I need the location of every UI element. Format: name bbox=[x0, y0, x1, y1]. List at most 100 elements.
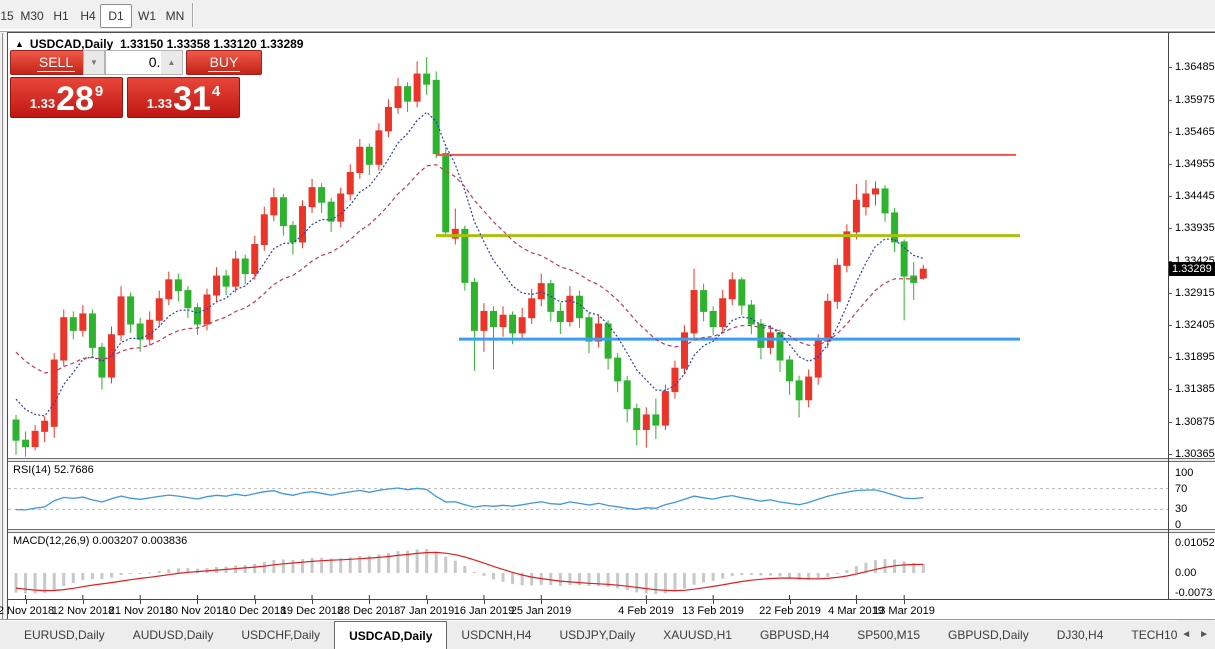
buy-button[interactable]: BUY bbox=[186, 50, 262, 75]
timeframe-button-h1[interactable]: H1 bbox=[46, 4, 76, 28]
price-axis-tick bbox=[1168, 325, 1172, 326]
price-axis-label: 1.30365 bbox=[1175, 448, 1215, 460]
timeframe-button-w1[interactable]: W1 bbox=[132, 4, 162, 28]
price-axis-label: 1.34955 bbox=[1175, 158, 1215, 170]
timeframe-button-h4[interactable]: H4 bbox=[74, 4, 102, 28]
price-axis-tick bbox=[1168, 228, 1172, 229]
date-label: 19 Dec 2018 bbox=[281, 605, 343, 617]
mdi-frame-highlight bbox=[5, 33, 6, 619]
symbol-tab-bar: EURUSD,DailyAUDUSD,DailyUSDCHF,DailyUSDC… bbox=[0, 619, 1215, 649]
ask-point: 4 bbox=[212, 83, 220, 100]
date-tick bbox=[541, 600, 542, 604]
date-tick bbox=[484, 600, 485, 604]
bid-price-button[interactable]: 1.33 28 9 bbox=[10, 77, 123, 118]
macd-axis-label: 0.010525 bbox=[1175, 537, 1215, 549]
date-label: 21 Nov 2018 bbox=[109, 605, 171, 617]
macd-axis-label: -0.0073 bbox=[1175, 587, 1215, 599]
price-axis-label: 1.35465 bbox=[1175, 126, 1215, 138]
rsi-label: RSI(14) 52.7686 bbox=[13, 464, 94, 476]
ask-price-button[interactable]: 1.33 31 4 bbox=[127, 77, 240, 118]
chart-window: 2 Nov 201812 Nov 201821 Nov 201830 Nov 2… bbox=[8, 33, 1215, 619]
date-axis[interactable]: 2 Nov 201812 Nov 201821 Nov 201830 Nov 2… bbox=[8, 599, 1215, 619]
timeframe-button-mn[interactable]: MN bbox=[160, 4, 190, 28]
bid-prefix: 1.33 bbox=[30, 96, 55, 111]
price-axis-tick bbox=[1168, 67, 1172, 68]
bid-pips: 28 bbox=[56, 84, 94, 114]
tab-scroll-left-icon[interactable]: ◄ bbox=[1181, 629, 1191, 640]
bid-point: 9 bbox=[95, 83, 103, 100]
tab-eurusd-daily[interactable]: EURUSD,Daily bbox=[10, 620, 119, 649]
price-axis-tick bbox=[1168, 357, 1172, 358]
date-label: 16 Jan 2019 bbox=[454, 605, 515, 617]
date-tick bbox=[197, 600, 198, 604]
date-tick bbox=[646, 600, 647, 604]
chart-ohlc-values: 1.33150 1.33358 1.33120 1.33289 bbox=[120, 37, 304, 51]
chart-symbol-label: USDCAD,Daily bbox=[30, 37, 113, 51]
date-label: 12 Nov 2018 bbox=[52, 605, 114, 617]
date-tick bbox=[713, 600, 714, 604]
date-label: 7 Jan 2019 bbox=[400, 605, 454, 617]
toolbar-separator bbox=[192, 3, 193, 27]
date-tick bbox=[856, 600, 857, 604]
date-label: 10 Dec 2018 bbox=[224, 605, 286, 617]
date-tick bbox=[140, 600, 141, 604]
tab-usdchf-daily[interactable]: USDCHF,Daily bbox=[227, 620, 334, 649]
price-axis-tick bbox=[1168, 196, 1172, 197]
tab-audusd-daily[interactable]: AUDUSD,Daily bbox=[119, 620, 228, 649]
ask-prefix: 1.33 bbox=[147, 96, 172, 111]
date-label: 22 Feb 2019 bbox=[759, 605, 821, 617]
price-axis-tick bbox=[1168, 422, 1172, 423]
macd-label: MACD(12,26,9) 0.003207 0.003836 bbox=[13, 535, 187, 547]
price-axis-label: 1.32915 bbox=[1175, 287, 1215, 299]
price-axis-label: 1.33935 bbox=[1175, 222, 1215, 234]
timeframe-button-m30[interactable]: M30 bbox=[16, 4, 48, 28]
date-label: 25 Jan 2019 bbox=[511, 605, 572, 617]
tab-xauusd-h1[interactable]: XAUUSD,H1 bbox=[649, 620, 746, 649]
price-axis-label: 1.34445 bbox=[1175, 190, 1215, 202]
tab-usdcnh-h4[interactable]: USDCNH,H4 bbox=[447, 620, 545, 649]
date-tick bbox=[427, 600, 428, 604]
price-axis-tick bbox=[1168, 100, 1172, 101]
tab-usdcad-daily[interactable]: USDCAD,Daily bbox=[334, 621, 447, 649]
tab-scroll-buttons: ◄► bbox=[1177, 620, 1213, 649]
date-label: 13 Mar 2019 bbox=[873, 605, 935, 617]
collapse-icon[interactable]: ▲ bbox=[15, 39, 24, 49]
volume-increase-icon[interactable]: ▲ bbox=[161, 50, 183, 75]
rsi-axis-label: 100 bbox=[1175, 467, 1215, 479]
price-axis-label: 1.35975 bbox=[1175, 94, 1215, 106]
rsi-axis-label: 30 bbox=[1175, 503, 1215, 515]
date-label: 4 Feb 2019 bbox=[618, 605, 674, 617]
timeframe-button-d1[interactable]: D1 bbox=[100, 4, 132, 28]
rsi-axis-label: 70 bbox=[1175, 483, 1215, 495]
date-label: 30 Nov 2018 bbox=[166, 605, 228, 617]
price-axis-border bbox=[1168, 33, 1169, 599]
date-label: 2 Nov 2018 bbox=[0, 605, 54, 617]
price-axis-tick bbox=[1168, 454, 1172, 455]
macd-axis-label: 0.00 bbox=[1175, 567, 1215, 579]
price-axis-tick bbox=[1168, 389, 1172, 390]
tab-dj30-h4[interactable]: DJ30,H4 bbox=[1043, 620, 1118, 649]
date-tick bbox=[312, 600, 313, 604]
date-tick bbox=[83, 600, 84, 604]
date-tick bbox=[369, 600, 370, 604]
tab-gbpusd-h4[interactable]: GBPUSD,H4 bbox=[746, 620, 843, 649]
date-label: 13 Feb 2019 bbox=[682, 605, 744, 617]
tab-sp500-m15[interactable]: SP500,M15 bbox=[843, 620, 934, 649]
price-axis-label: 1.31385 bbox=[1175, 383, 1215, 395]
price-axis-tick bbox=[1168, 293, 1172, 294]
date-tick bbox=[255, 600, 256, 604]
tab-usdjpy-daily[interactable]: USDJPY,Daily bbox=[545, 620, 649, 649]
tab-gbpusd-daily[interactable]: GBPUSD,Daily bbox=[934, 620, 1043, 649]
volume-decrease-icon[interactable]: ▼ bbox=[83, 50, 105, 75]
one-click-trade-widget: SELL ▼ 0.05 ▲ BUY 1.33 28 9 1.33 31 4 bbox=[10, 50, 262, 75]
date-tick bbox=[904, 600, 905, 604]
chart-title: ▲ USDCAD,Daily 1.33150 1.33358 1.33120 1.… bbox=[15, 37, 303, 51]
date-tick bbox=[790, 600, 791, 604]
rsi-axis-label: 0 bbox=[1175, 519, 1215, 531]
price-axis-tick bbox=[1168, 132, 1172, 133]
current-price-badge: 1.33289 bbox=[1169, 262, 1215, 276]
tab-scroll-right-icon[interactable]: ► bbox=[1199, 629, 1209, 640]
rsi-indicator-pane[interactable] bbox=[8, 462, 1168, 529]
price-axis-label: 1.31895 bbox=[1175, 351, 1215, 363]
price-axis-label: 1.32405 bbox=[1175, 319, 1215, 331]
